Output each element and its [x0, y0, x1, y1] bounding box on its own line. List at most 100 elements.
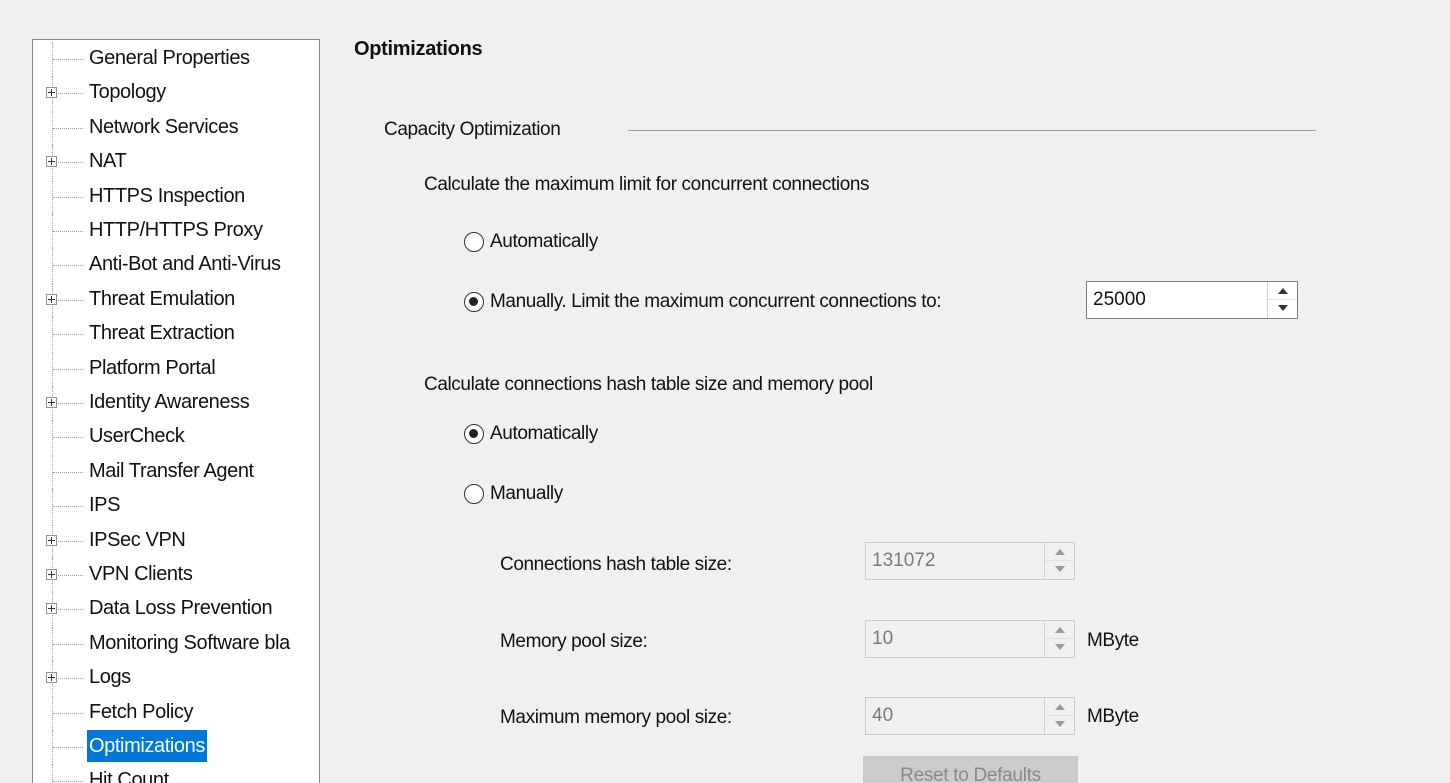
- tree-item-label[interactable]: Threat Emulation: [87, 283, 237, 315]
- tree-connector-branch: [53, 678, 83, 680]
- tree-connector-branch: [53, 334, 83, 336]
- page-title: Optimizations: [354, 38, 483, 60]
- tree-item[interactable]: Network Services: [33, 110, 319, 145]
- tree-item[interactable]: Monitoring Software bla: [33, 626, 319, 661]
- tree-item-label[interactable]: IPSec VPN: [87, 524, 187, 556]
- tree-item-label[interactable]: Network Services: [87, 111, 240, 143]
- tree-item[interactable]: Data Loss Prevention: [33, 592, 319, 627]
- max-conn-auto-label[interactable]: Automatically: [490, 228, 598, 256]
- tree-item[interactable]: HTTP/HTTPS Proxy: [33, 214, 319, 248]
- spin-up-arrow-icon: [1045, 621, 1074, 639]
- tree-item[interactable]: Platform Portal: [33, 351, 319, 386]
- max-connections-spin-buttons[interactable]: [1267, 282, 1297, 318]
- tree-item[interactable]: IPSec VPN: [33, 523, 319, 558]
- tree-item[interactable]: UserCheck: [33, 420, 319, 455]
- tree-item-label[interactable]: HTTP/HTTPS Proxy: [87, 214, 265, 246]
- tree-connector-branch: [53, 93, 83, 95]
- spin-up-arrow-icon: [1045, 698, 1074, 716]
- memory-pool-size-spinbox: 10: [865, 620, 1075, 658]
- max-memory-pool-size-spinbox: 40: [865, 697, 1075, 735]
- expand-plus-icon[interactable]: [46, 569, 57, 580]
- max-memory-pool-size-label: Maximum memory pool size:: [500, 707, 732, 728]
- tree-item-label[interactable]: Logs: [87, 661, 133, 693]
- tree-item-label[interactable]: HTTPS Inspection: [87, 180, 247, 212]
- tree-connector-branch: [53, 506, 83, 508]
- tree-item[interactable]: HTTPS Inspection: [33, 179, 319, 214]
- tree-item[interactable]: Threat Extraction: [33, 317, 319, 352]
- max-conn-manual-radio-circle[interactable]: [464, 292, 484, 312]
- tree-item-label[interactable]: General Properties: [87, 42, 252, 74]
- tree-connector-branch: [53, 231, 83, 232]
- navigation-tree[interactable]: General Properties Topology Network Servic…: [32, 39, 320, 783]
- tree-item[interactable]: General Properties: [33, 42, 319, 76]
- tree-item[interactable]: Hit Count: [33, 764, 319, 783]
- tree-connector-line: [52, 764, 53, 783]
- tree-item[interactable]: Identity Awareness: [33, 386, 319, 420]
- max-connections-spinbox[interactable]: 25000: [1086, 281, 1298, 319]
- tree-connector-branch: [53, 196, 83, 198]
- tree-connector-branch: [53, 643, 83, 645]
- expand-plus-icon[interactable]: [46, 534, 57, 546]
- tree-connector-branch: [53, 299, 83, 301]
- tree-item[interactable]: NAT: [33, 145, 319, 180]
- tree-item-label[interactable]: Threat Extraction: [87, 317, 237, 349]
- hash-auto-label[interactable]: Automatically: [490, 420, 598, 448]
- tree-item[interactable]: Optimizations: [33, 730, 319, 764]
- max-conn-auto-radio-circle[interactable]: [464, 232, 484, 252]
- expand-plus-icon[interactable]: [46, 672, 57, 684]
- spin-down-arrow-icon: [1045, 716, 1074, 734]
- tree-connector-branch: [53, 59, 83, 60]
- max-connections-value[interactable]: 25000: [1093, 282, 1146, 318]
- tree-item-label[interactable]: UserCheck: [87, 420, 186, 452]
- tree-item-label[interactable]: Hit Count: [87, 764, 171, 783]
- hash-table-size-label: Connections hash table size:: [500, 554, 732, 575]
- tree-connector-branch: [53, 540, 83, 542]
- tree-item-label[interactable]: Topology: [87, 76, 168, 108]
- tree-item-label[interactable]: IPS: [87, 489, 122, 521]
- tree-item[interactable]: Topology: [33, 76, 319, 111]
- tree-item[interactable]: Fetch Policy: [33, 695, 319, 730]
- max-conn-manual-label[interactable]: Manually. Limit the maximum concurrent c…: [490, 288, 942, 316]
- expand-plus-icon[interactable]: [46, 603, 57, 615]
- expand-plus-icon[interactable]: [46, 156, 57, 168]
- tree-item-label[interactable]: Monitoring Software bla: [87, 627, 292, 659]
- hash-auto-radio-circle[interactable]: [464, 424, 484, 444]
- tree-item-label[interactable]: Optimizations: [87, 730, 207, 762]
- group-divider: [628, 130, 1316, 131]
- tree-connector-branch: [53, 265, 83, 267]
- tree-item[interactable]: Mail Transfer Agent: [33, 454, 319, 489]
- spin-up-arrow-icon: [1045, 543, 1074, 561]
- tree-item-label[interactable]: Mail Transfer Agent: [87, 455, 256, 487]
- spin-up-arrow-icon[interactable]: [1268, 282, 1297, 300]
- hash-table-spin-buttons: [1044, 543, 1074, 579]
- memory-pool-spin-buttons: [1044, 621, 1074, 657]
- reset-to-defaults-button: Reset to Defaults: [863, 756, 1078, 783]
- tree-item-label[interactable]: Data Loss Prevention: [87, 592, 274, 624]
- tree-connector-branch: [53, 162, 83, 164]
- tree-item[interactable]: VPN Clients: [33, 558, 319, 592]
- tree-item-label[interactable]: Fetch Policy: [87, 696, 195, 728]
- capacity-optimization-group-label: Capacity Optimization: [384, 119, 561, 140]
- tree-item[interactable]: IPS: [33, 489, 319, 524]
- tree-item[interactable]: Anti-Bot and Anti-Virus: [33, 248, 319, 283]
- tree-connector-branch: [53, 437, 83, 439]
- tree-item-label[interactable]: NAT: [87, 145, 128, 177]
- expand-plus-icon[interactable]: [46, 293, 57, 305]
- hash-manual-radio-circle[interactable]: [464, 484, 484, 504]
- tree-item[interactable]: Threat Emulation: [33, 282, 319, 317]
- spin-down-arrow-icon[interactable]: [1268, 300, 1297, 318]
- expand-plus-icon[interactable]: [46, 87, 57, 99]
- max-connections-heading: Calculate the maximum limit for concurre…: [424, 174, 870, 195]
- memory-pool-size-label: Memory pool size:: [500, 631, 648, 652]
- tree-item-label[interactable]: Anti-Bot and Anti-Virus: [87, 248, 283, 280]
- tree-connector-branch: [53, 747, 83, 748]
- expand-plus-icon[interactable]: [46, 397, 57, 408]
- memory-pool-unit: MByte: [1087, 630, 1139, 651]
- tree-item-label[interactable]: Platform Portal: [87, 352, 217, 384]
- max-memory-pool-unit: MByte: [1087, 706, 1139, 727]
- tree-connector-branch: [53, 609, 83, 611]
- tree-item-label[interactable]: VPN Clients: [87, 558, 194, 590]
- tree-item[interactable]: Logs: [33, 661, 319, 696]
- hash-manual-label[interactable]: Manually: [490, 480, 563, 508]
- tree-item-label[interactable]: Identity Awareness: [87, 386, 251, 418]
